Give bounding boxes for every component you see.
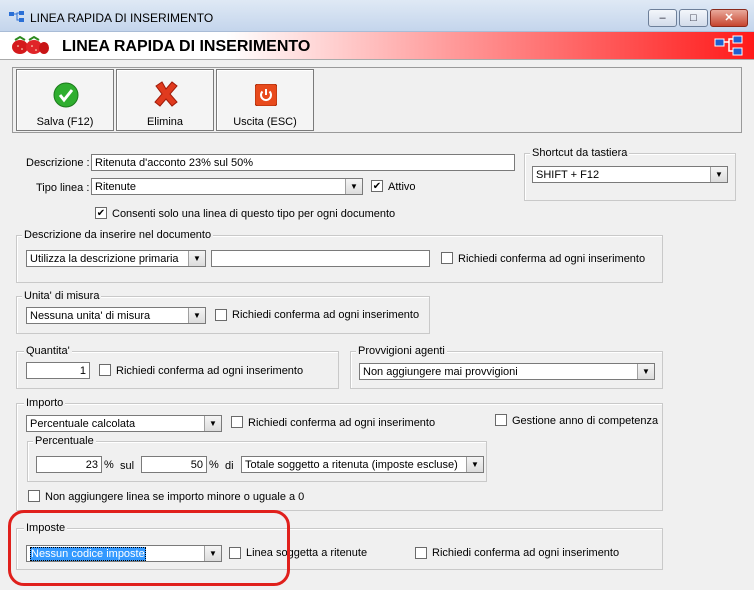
banner-title: LINEA RAPIDA DI INSERIMENTO (62, 38, 311, 55)
save-button[interactable]: Salva (F12) (16, 69, 114, 131)
descrizione-doc-title: Descrizione da inserire nel documento (22, 229, 214, 241)
descrizione-doc-confirm-label: Richiedi conferma ad ogni inserimento (458, 253, 646, 265)
descrizione-doc-text-input[interactable] (211, 250, 430, 267)
importo-confirm-label: Richiedi conferma ad ogni inserimento (248, 417, 436, 429)
save-label: Salva (F12) (36, 116, 94, 128)
chevron-down-icon[interactable]: ▼ (466, 457, 483, 472)
consenti-checkbox[interactable]: ✔ (95, 207, 107, 219)
unita-confirm-checkbox[interactable] (215, 309, 227, 321)
shortcut-title: Shortcut da tastiera (530, 147, 630, 159)
quantita-confirm-checkbox[interactable] (99, 364, 111, 376)
base-percentuale-input[interactable]: 50 (141, 456, 207, 473)
gestione-anno-label: Gestione anno di competenza (512, 415, 659, 427)
delete-label: Elimina (146, 116, 184, 128)
consenti-label: Consenti solo una linea di questo tipo p… (112, 208, 396, 220)
importo-select[interactable]: Percentuale calcolata ▼ (26, 415, 222, 432)
exit-label: Uscita (ESC) (233, 116, 297, 128)
check-icon (53, 82, 79, 108)
tipo-linea-select[interactable]: Ritenute ▼ (91, 178, 363, 195)
non-aggiungere-label: Non aggiungere linea se importo minore o… (45, 491, 305, 503)
provvigioni-title: Provvigioni agenti (356, 345, 447, 357)
maximize-button[interactable]: □ (679, 9, 708, 27)
quantita-input[interactable]: 1 (26, 362, 90, 379)
unita-title: Unita' di misura (22, 290, 102, 302)
base-percentuale-unit: % (209, 459, 219, 471)
chevron-down-icon[interactable]: ▼ (204, 416, 221, 431)
unita-select[interactable]: Nessuna unita' di misura ▼ (26, 307, 206, 324)
di-label: di (225, 460, 234, 472)
strawberry-icon (10, 34, 50, 56)
provvigioni-select[interactable]: Non aggiungere mai provvigioni ▼ (359, 363, 655, 380)
percentuale-input[interactable]: 23 (36, 456, 102, 473)
delete-x-icon (152, 80, 180, 108)
power-icon (254, 83, 278, 107)
provvigioni-value: Non aggiungere mai provvigioni (363, 366, 518, 378)
minimize-button[interactable]: – (648, 9, 677, 27)
attivo-label: Attivo (388, 181, 416, 193)
percentuale-unit: % (104, 459, 114, 471)
chevron-down-icon[interactable]: ▼ (710, 167, 727, 182)
imposte-confirm-label: Richiedi conferma ad ogni inserimento (432, 547, 620, 559)
unita-value: Nessuna unita' di misura (30, 310, 151, 322)
totale-select[interactable]: Totale soggetto a ritenuta (imposte escl… (241, 456, 484, 473)
non-aggiungere-checkbox[interactable] (28, 490, 40, 502)
close-button[interactable]: ✕ (710, 9, 748, 27)
unita-confirm-label: Richiedi conferma ad ogni inserimento (232, 309, 420, 321)
descrizione-doc-value: Utilizza la descrizione primaria (30, 253, 179, 265)
app-network-icon (9, 11, 25, 23)
attivo-checkbox[interactable]: ✔ (371, 180, 383, 192)
descrizione-doc-confirm-checkbox[interactable] (441, 252, 453, 264)
importo-value: Percentuale calcolata (30, 418, 136, 430)
importo-title: Importo (24, 397, 66, 409)
network-icon (714, 35, 744, 57)
quantita-title: Quantita' (24, 345, 72, 357)
descrizione-label: Descrizione : (26, 157, 90, 169)
exit-button[interactable]: Uscita (ESC) (216, 69, 314, 131)
tipo-linea-value: Ritenute (95, 181, 136, 193)
shortcut-value: SHIFT + F12 (536, 169, 600, 181)
imposte-confirm-checkbox[interactable] (415, 547, 427, 559)
descrizione-doc-select[interactable]: Utilizza la descrizione primaria ▼ (26, 250, 206, 267)
chevron-down-icon[interactable]: ▼ (188, 308, 205, 323)
chevron-down-icon[interactable]: ▼ (188, 251, 205, 266)
delete-button[interactable]: Elimina (116, 69, 214, 131)
percentuale-title: Percentuale (33, 435, 96, 447)
window-title: LINEA RAPIDA DI INSERIMENTO (30, 11, 214, 25)
chevron-down-icon[interactable]: ▼ (345, 179, 362, 194)
descrizione-input[interactable]: Ritenuta d'acconto 23% sul 50% (91, 154, 515, 171)
shortcut-select[interactable]: SHIFT + F12 ▼ (532, 166, 728, 183)
importo-confirm-checkbox[interactable] (231, 416, 243, 428)
sul-label: sul (120, 460, 135, 472)
gestione-anno-checkbox[interactable] (495, 414, 507, 426)
totale-value: Totale soggetto a ritenuta (imposte escl… (245, 459, 458, 471)
chevron-down-icon[interactable]: ▼ (637, 364, 654, 379)
quantita-confirm-label: Richiedi conferma ad ogni inserimento (116, 365, 304, 377)
tipo-linea-label: Tipo linea : (36, 182, 90, 194)
highlight-annotation (8, 510, 290, 586)
